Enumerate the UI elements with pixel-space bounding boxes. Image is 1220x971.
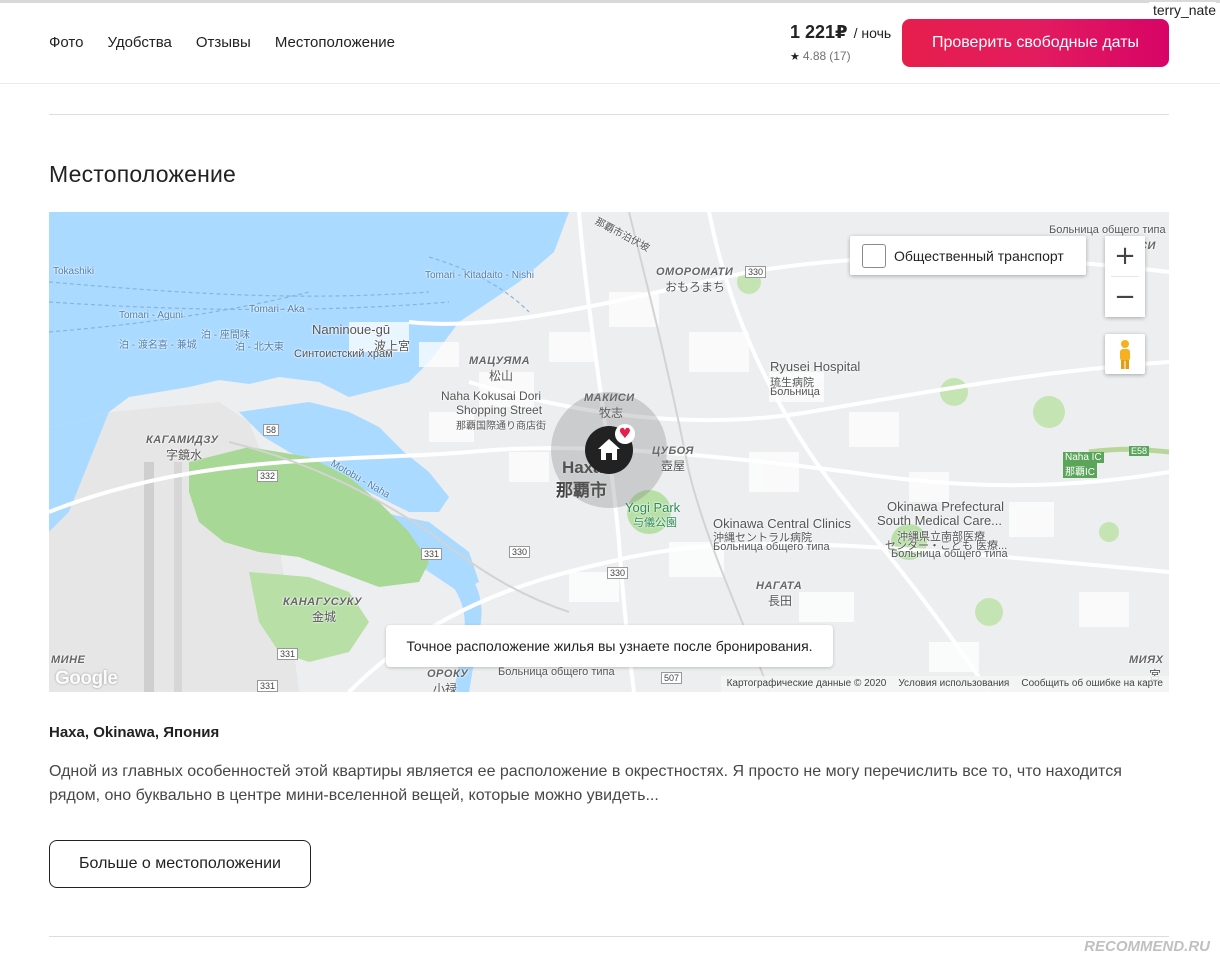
public-transport-toggle[interactable]: Общественный транспорт [850,236,1086,275]
map-label-nagata-jp: 長田 [768,594,793,608]
map-label-kagamizu-jp: 字鏡水 [166,448,203,462]
more-about-location-button[interactable]: Больше о местоположении [49,840,311,888]
map-data-credit: Картографические данные © 2020 [726,678,887,689]
price-block: 1 221₽ / ночь ★ 4.88 (17) [790,22,891,63]
section-title: Местоположение [49,161,237,187]
nav-amenities[interactable]: Удобства [107,34,171,51]
route-shield-507: 507 [661,672,683,684]
per-night-label: / ночь [853,25,892,41]
street-view-pegman[interactable] [1105,334,1145,374]
map-label-tokashiki: Tokashiki [53,266,95,277]
exact-location-notice: Точное расположение жилья вы узнаете пос… [386,625,833,667]
map-label-oroku-ru: ОРОКУ [427,668,469,680]
location-address: Наха, Okinawa, Япония [49,724,220,741]
map-attribution: Картографические данные © 2020 Условия и… [720,676,1169,692]
route-shield-330-c: 330 [607,567,629,579]
transport-checkbox[interactable] [862,243,886,268]
map-label-naminoue-en: Naminoue-gū [312,322,391,337]
map-label-miyagi-ru: МИЯХ [1129,654,1164,666]
map-label-e58: E58 [1129,446,1150,456]
route-shield-331-a: 331 [421,548,443,560]
zoom-in-button[interactable]: + [1105,236,1145,276]
zoom-out-button[interactable]: − [1105,277,1145,317]
map-label-tomari-kitadaito: Tomari - Kitadaito - Nishi [425,270,534,281]
map-label-prefectural-en2: South Medical Care... [877,513,1003,528]
map-label-omoromachi-jp: おもろまち [665,280,726,294]
map-label-kokusai-en1: Naha Kokusai Dori [441,389,542,403]
section-nav: Фото Удобства Отзывы Местоположение [49,34,395,51]
nav-reviews[interactable]: Отзывы [196,34,251,51]
map-label-kokusai-en2: Shopping Street [456,403,543,417]
map-label-matsuyama-jp: 松山 [489,369,514,383]
map-label-naha-ic-en: Naha IC [1063,452,1104,463]
heart-icon: ♥ [615,424,635,444]
map-label-omoromachi-ru: ОМОРОМАТИ [656,266,734,278]
sticky-header: Фото Удобства Отзывы Местоположение 1 22… [0,3,1220,84]
map-label-tomari-aguni: Tomari - Aguni [119,310,183,321]
nav-location[interactable]: Местоположение [275,34,395,51]
map-label-matsuyama-ru: МАЦУЯМА [469,355,531,367]
watermark: RECOMMEND.RU [1084,938,1210,955]
route-shield-330-b: 330 [509,546,531,558]
map-label-ryusei-en: Ryusei Hospital [770,359,861,374]
terms-link[interactable]: Условия использования [898,678,1009,690]
map-label-oroku-jp: 小禄 [433,682,458,692]
divider-bottom [49,936,1169,937]
map-label-mine-ru: МИНЕ [51,654,86,666]
rating-value: 4.88 [802,49,827,63]
map-label-jp-route3: 泊 - 北大東 [235,342,284,353]
map-label-kokusai-jp: 那覇国際通り商店街 [456,421,546,432]
map-label-kagamizu-ru: КАГАМИДЗУ [146,434,219,446]
map-label-clinics-ru: Больница общего типа [713,541,830,553]
map-label-oroku-hosp: Больница общего типа [498,666,615,678]
transport-label: Общественный транспорт [894,247,1064,264]
map-label-naminoue-ru: Синтоистский храм [294,348,393,360]
reviews-count: (17) [829,49,851,63]
location-description: Одной из главных особенностей этой кварт… [49,763,1122,804]
divider-top [49,114,1169,115]
route-shield-330-a: 330 [745,266,767,278]
map-label-kanagusuku-jp: 金城 [312,610,337,624]
star-icon: ★ [790,50,800,63]
map-label-yogi-jp: 与儀公園 [633,517,677,529]
map-label-hosp-top: Больница общего типа [1049,224,1166,236]
map-label-jp-route1: 泊 - 渡名喜 - 兼城 [119,340,197,351]
check-availability-button[interactable]: Проверить свободные даты [902,19,1169,67]
report-error-link[interactable]: Сообщить об ошибке на карте [1021,678,1163,690]
map-label-tomari-aka: Tomari - Aka [249,304,305,315]
username-label: terry_nate [1148,2,1216,18]
location-map[interactable]: Tokashiki Tomari - Aguni Tomari - Aka To… [49,212,1169,692]
route-shield-331-c: 331 [257,680,279,692]
map-label-naha-ic-jp: 那覇IC [1063,463,1097,478]
map-label-ryusei-ru: Больница [770,386,820,398]
map-label-prefectural-ru: Больница общего типа [891,548,1008,560]
route-shield-332: 332 [257,470,279,482]
map-label-prefectural-en1: Okinawa Prefectural [887,499,1005,514]
map-label-nagata-ru: НАГАТА [756,580,803,592]
price: 1 221₽ [790,22,848,42]
zoom-controls: + − [1105,236,1145,317]
google-logo: Google [55,668,118,689]
pegman-icon [1120,340,1130,369]
rating: ★ 4.88 (17) [790,49,891,63]
route-shield-58: 58 [263,424,280,436]
nav-photos[interactable]: Фото [49,34,83,51]
map-label-kanagusuku-ru: КАНАГУСУКУ [283,596,362,608]
route-shield-331-b: 331 [277,648,299,660]
